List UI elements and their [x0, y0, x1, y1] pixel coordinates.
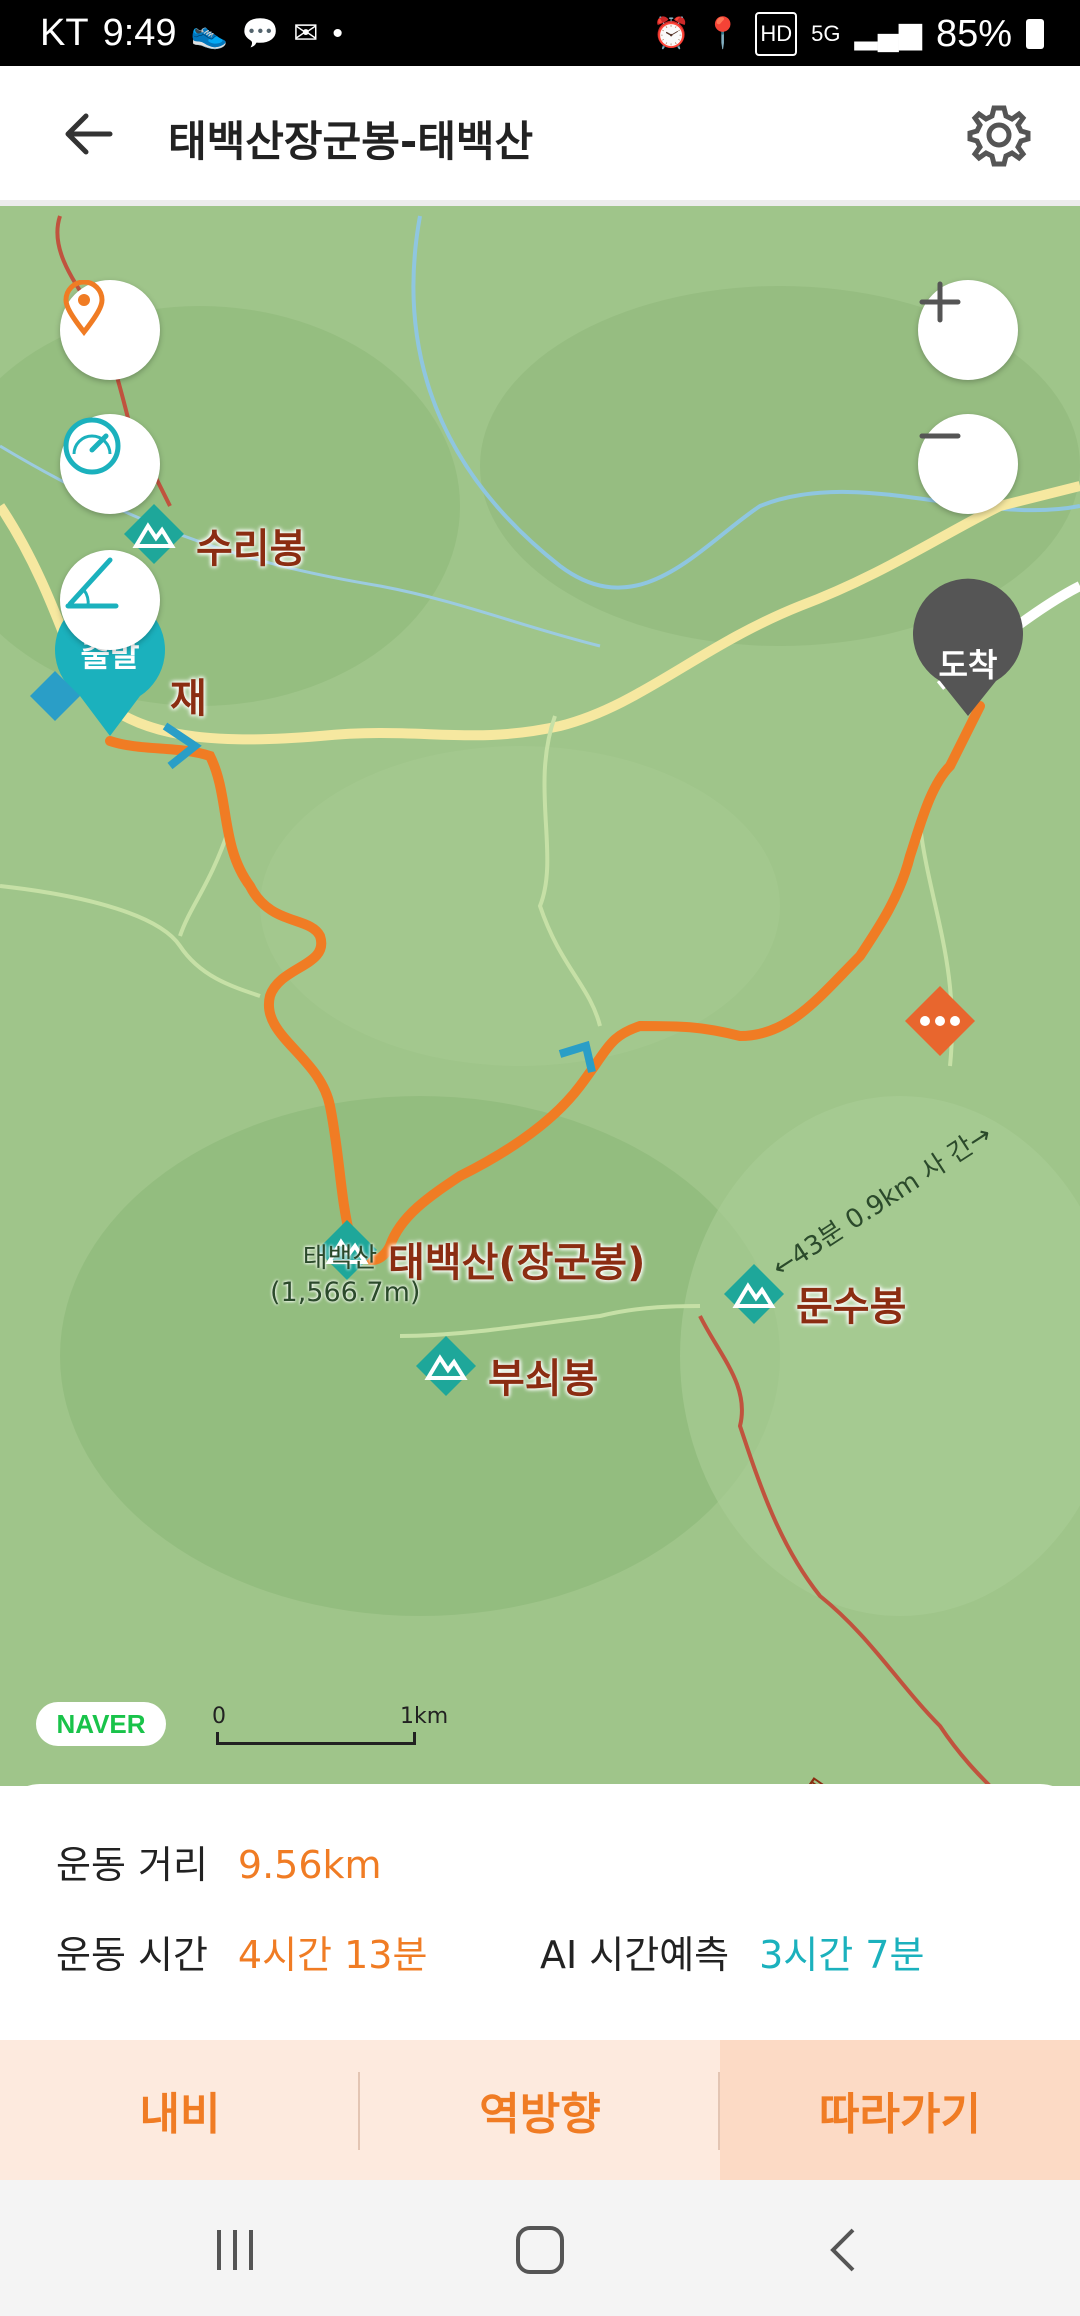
app-bar: 태백산장군봉-태백산: [0, 66, 1080, 200]
peak-label-busoe[interactable]: 부쇠봉: [488, 1346, 598, 1404]
plus-icon: [919, 281, 961, 323]
slope-icon: [65, 557, 119, 609]
ai-estimate-row: AI 시간예측 3시간 7분: [540, 1924, 924, 1979]
ai-estimate-label: AI 시간예측: [540, 1933, 730, 1977]
back-arrow-icon[interactable]: [60, 106, 120, 162]
elevation-button[interactable]: [60, 550, 160, 650]
stats-panel: 운동 거리 9.56km 운동 시간 4시간 13분 AI 시간예측 3시간 7…: [0, 1784, 1080, 2044]
location-button[interactable]: [60, 280, 160, 380]
hd-icon: HD: [755, 12, 798, 56]
distance-value: 9.56km: [237, 1843, 382, 1887]
gear-icon[interactable]: [966, 102, 1032, 168]
end-marker-label: 도착: [939, 646, 998, 684]
dot-icon: •: [332, 16, 343, 50]
signal-icon: ▂▄▆: [854, 17, 922, 50]
page-title: 태백산장군봉-태백산: [168, 117, 534, 166]
mountain-icon: [416, 1336, 476, 1396]
location-pin-icon: [63, 280, 105, 336]
follow-button[interactable]: 따라가기: [720, 2040, 1080, 2180]
pass-label: 재: [170, 676, 207, 722]
summit-elevation: (1,566.7m): [270, 1277, 421, 1308]
battery-icon: [1026, 19, 1044, 49]
status-bar: KT 9:49 👟 💬 ✉ • ⏰ 📍 HD 5G ▂▄▆ 85%: [0, 0, 1080, 66]
minus-icon: [919, 433, 961, 439]
summit-name: 태백산: [302, 1243, 378, 1274]
reverse-button[interactable]: 역방향: [360, 2040, 720, 2180]
system-nav-bar: [0, 2180, 1080, 2316]
distance-row: 운동 거리 9.56km: [56, 1834, 382, 1889]
shoe-icon: 👟: [190, 16, 228, 50]
mountain-icon: [724, 1264, 784, 1324]
action-bar: 내비 역방향 따라가기: [0, 2040, 1080, 2180]
scale-start: 0: [212, 1704, 226, 1729]
zoom-out-button[interactable]: [918, 414, 1018, 514]
talk-icon: 💬: [241, 16, 280, 50]
zoom-in-button[interactable]: [918, 280, 1018, 380]
carrier: KT: [40, 12, 89, 54]
alarm-icon: ⏰: [652, 17, 691, 50]
distance-label: 운동 거리: [56, 1843, 208, 1887]
time-value: 4시간 13분: [237, 1933, 428, 1977]
network-type: 5G: [811, 21, 841, 46]
speedometer-icon: [63, 417, 121, 475]
location-icon: 📍: [704, 17, 742, 50]
scale-end: 1km: [400, 1704, 449, 1729]
mail-icon: ✉: [293, 16, 319, 50]
scale-bar: 0 1km: [210, 1704, 448, 1745]
map-view[interactable]: 출발 도착 ←43분 0.9km 사 간→ 통제구간 수리봉 재 태백산(장군봉…: [0, 206, 1080, 1786]
time-row: 운동 시간 4시간 13분: [56, 1924, 427, 1979]
recent-apps-icon[interactable]: [205, 2222, 265, 2278]
navigate-button[interactable]: 내비: [0, 2040, 360, 2180]
summit-sub-label: 태백산 (1,566.7m): [270, 1242, 421, 1310]
back-nav-icon[interactable]: [815, 2222, 875, 2278]
peak-label-munsu[interactable]: 문수봉: [796, 1274, 906, 1332]
speed-button[interactable]: [60, 414, 160, 514]
clock: 9:49: [102, 12, 177, 54]
time-label: 운동 시간: [56, 1933, 208, 1977]
ai-estimate-value: 3시간 7분: [759, 1933, 925, 1977]
peak-label-taebaek[interactable]: 태백산(장군봉): [388, 1230, 645, 1288]
peak-label-suri[interactable]: 수리봉: [196, 516, 306, 574]
home-icon[interactable]: [510, 2222, 570, 2278]
battery-level: 85%: [935, 12, 1012, 55]
scale-line: [216, 1732, 416, 1745]
provider-logo: NAVER: [36, 1702, 166, 1746]
